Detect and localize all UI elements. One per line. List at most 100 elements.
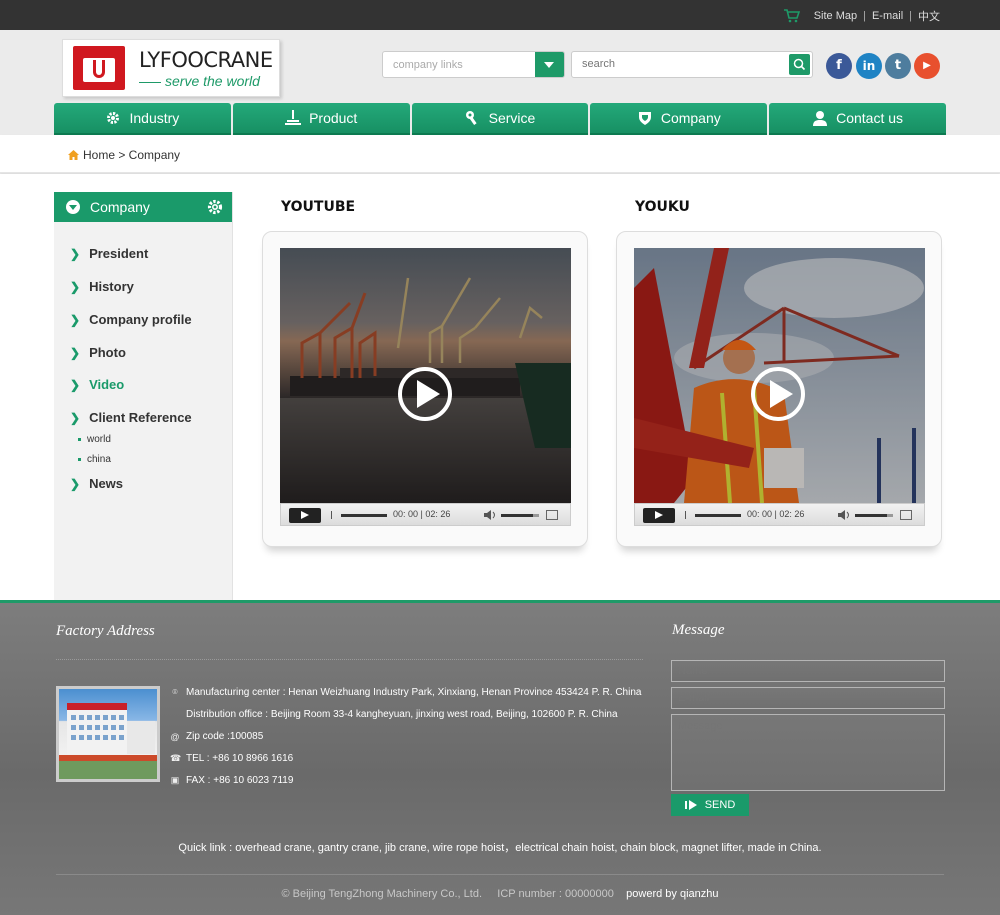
- volume-slider[interactable]: [855, 514, 893, 517]
- crane-icon: [285, 110, 302, 125]
- powered-by[interactable]: powerd by qianzhu: [626, 888, 718, 900]
- volume-icon[interactable]: [838, 509, 852, 521]
- tagline-line: [139, 81, 161, 83]
- chevron-right-icon: ❯: [70, 410, 81, 425]
- bullet: [78, 438, 81, 441]
- name-field[interactable]: [671, 660, 945, 682]
- nav-service[interactable]: Service: [411, 103, 589, 135]
- sidebar-item-photo[interactable]: ❯ Photo: [70, 345, 126, 360]
- tumblr-icon[interactable]: t: [885, 53, 911, 79]
- logo-title: LYFOOCRANE: [139, 48, 273, 72]
- nav-company-label: Company: [660, 110, 721, 126]
- phone-icon: ☎: [170, 753, 182, 763]
- video-player-youtube[interactable]: [280, 248, 571, 503]
- port-cranes-thumbnail: [280, 248, 571, 503]
- play-button[interactable]: [289, 508, 321, 523]
- address-line: Distribution office : Beijing Room 33-4 …: [186, 709, 618, 720]
- shield-icon: [638, 112, 651, 125]
- sidebar-item-client-reference[interactable]: ❯ Client Reference: [70, 410, 192, 425]
- sidebar-item-label: News: [89, 476, 124, 491]
- tagline-text: serve the world: [165, 73, 260, 89]
- sidebar-item-president[interactable]: ❯ President: [70, 246, 148, 261]
- nav-product-label: Product: [309, 110, 358, 126]
- search-box: [571, 51, 813, 78]
- volume-icon[interactable]: [484, 509, 498, 521]
- sidebar-subitem-world[interactable]: world: [78, 434, 111, 445]
- linkedin-icon[interactable]: in: [856, 53, 882, 79]
- crane-hook-icon: [93, 60, 105, 78]
- send-button[interactable]: SEND: [671, 794, 749, 816]
- fax-icon: ▣: [170, 775, 180, 785]
- breadcrumb-text[interactable]: Home > Company: [83, 148, 180, 162]
- email-field[interactable]: [671, 687, 945, 709]
- separator: |: [863, 10, 866, 22]
- sidebar-subitem-china[interactable]: china: [78, 454, 111, 465]
- zip-code: @ Zip code :100085: [170, 731, 263, 742]
- sitemap-link[interactable]: Site Map: [814, 10, 857, 22]
- copyright-bar: © Beijing TengZhong Machinery Co., Ltd. …: [0, 888, 1000, 900]
- video-player-youku[interactable]: [634, 248, 925, 503]
- email-link[interactable]: E-mail: [872, 10, 903, 22]
- chevron-down-icon[interactable]: [535, 52, 564, 77]
- volume-slider[interactable]: [501, 514, 539, 517]
- logo-tagline: serve the world: [139, 73, 260, 89]
- play-button[interactable]: [643, 508, 675, 523]
- nav-product[interactable]: Product: [232, 103, 410, 135]
- footer: Factory Address Message ⌾ Manufacturing c…: [0, 600, 1000, 915]
- send-label: SEND: [704, 799, 736, 811]
- chevron-right-icon: ❯: [70, 345, 81, 360]
- sidebar-item-label: President: [89, 246, 149, 261]
- seek-bar[interactable]: [695, 514, 741, 517]
- message-title: Message: [672, 622, 725, 638]
- nav-contact[interactable]: Contact us: [769, 103, 946, 135]
- sidebar-item-label: Video: [89, 377, 125, 392]
- factory-building-image: [59, 703, 157, 779]
- nav-service-label: Service: [488, 110, 536, 126]
- gear-icon[interactable]: [206, 198, 224, 216]
- chevron-right-icon: ❯: [70, 476, 81, 491]
- divider: [56, 659, 643, 660]
- sidebar-subitem-label: china: [87, 454, 111, 465]
- zip-line: Zip code :100085: [186, 731, 264, 742]
- company-links-select[interactable]: company links: [382, 51, 565, 78]
- sidebar-subitem-label: world: [87, 434, 111, 445]
- nav-industry[interactable]: Industry: [54, 103, 231, 135]
- bullet: [78, 458, 81, 461]
- seek-start-marker: [685, 511, 686, 519]
- search-button[interactable]: [789, 54, 810, 75]
- fullscreen-icon[interactable]: [900, 510, 912, 520]
- sidebar-item-label: History: [89, 279, 134, 294]
- chevron-right-icon: ❯: [70, 246, 81, 261]
- logo[interactable]: LYFOOCRANE serve the world: [62, 39, 280, 97]
- fax-line: FAX : +86 10 6023 7119: [186, 775, 294, 786]
- nav-industry-label: Industry: [129, 110, 180, 126]
- seek-bar[interactable]: [341, 514, 387, 517]
- sidebar-item-history[interactable]: ❯ History: [70, 279, 134, 294]
- search-icon: [793, 58, 806, 71]
- fullscreen-icon[interactable]: [546, 510, 558, 520]
- video-controls: 00: 00 | 02: 26: [634, 503, 925, 526]
- sidebar-header: Company: [54, 192, 232, 222]
- nav-company[interactable]: Company: [590, 103, 768, 135]
- video-title-youtube: YOUTUBE: [281, 199, 356, 215]
- home-icon[interactable]: [68, 150, 79, 160]
- cart-icon[interactable]: [783, 9, 800, 23]
- location-pin-icon: ⌾: [172, 687, 178, 697]
- sidebar-item-video[interactable]: ❯ Video: [70, 377, 124, 392]
- search-input[interactable]: [582, 58, 782, 70]
- video-card-youtube: 00: 00 | 02: 26: [262, 231, 588, 547]
- chevron-right-icon: ❯: [70, 279, 81, 294]
- chinese-language-link[interactable]: 中文: [918, 8, 940, 24]
- at-icon: @: [170, 731, 180, 742]
- video-controls: 00: 00 | 02: 26: [280, 503, 571, 526]
- message-field[interactable]: [671, 714, 945, 791]
- sidebar-item-company-profile[interactable]: ❯ Company profile: [70, 312, 192, 327]
- sidebar: Company ❯ President ❯ History ❯ Company pro…: [54, 192, 233, 600]
- quick-links[interactable]: Quick link : overhead crane, gantry cran…: [0, 839, 1000, 855]
- sidebar-item-news[interactable]: ❯ News: [70, 476, 123, 491]
- video-time: 00: 00 | 02: 26: [747, 509, 805, 519]
- youtube-icon[interactable]: ▶: [914, 53, 940, 79]
- breadcrumb: Home > Company: [68, 148, 180, 162]
- facebook-icon[interactable]: f: [826, 53, 852, 79]
- nav-contact-label: Contact us: [836, 110, 904, 126]
